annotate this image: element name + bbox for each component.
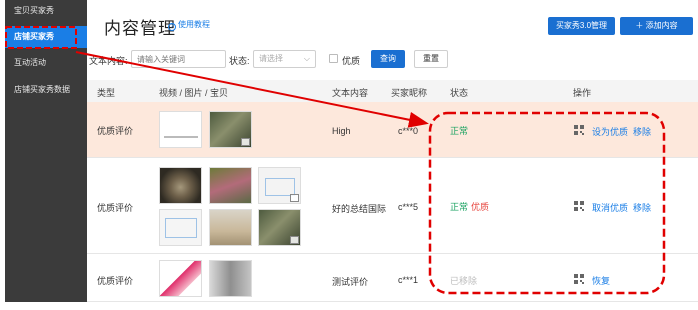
status-normal: 正常: [450, 126, 469, 136]
status-select[interactable]: 请选择 ⌵: [253, 50, 316, 68]
set-quality-link[interactable]: 设为优质: [592, 125, 628, 138]
status-quality-badge: 优质: [471, 202, 490, 212]
row-text: High: [332, 126, 351, 136]
sidebar-item-interactive-activity[interactable]: 互动活动: [5, 52, 87, 74]
row-nick: c***1: [398, 275, 419, 285]
row-nick: c***5: [398, 202, 419, 212]
table-row: 优质评价 High c***0 正常 设为优质 移除: [87, 102, 698, 158]
buyer-show-manage-button[interactable]: 买家秀3.0管理: [548, 17, 615, 35]
image-thumbnail[interactable]: [159, 260, 202, 297]
image-thumbnail[interactable]: [209, 167, 252, 204]
keyword-input-wrapper: [131, 50, 226, 68]
cancel-quality-link[interactable]: 取消优质: [592, 201, 628, 214]
col-type: 类型: [97, 88, 116, 98]
lock-icon: [290, 236, 299, 244]
table-row: 优质评价 测试评价 c***1 已移除 恢复: [87, 254, 698, 302]
text-filter-label: 文本内容:: [89, 56, 128, 66]
status-select-value: 请选择: [259, 54, 283, 63]
restore-link[interactable]: 恢复: [592, 274, 610, 287]
row-type: 优质评价: [97, 126, 134, 136]
image-thumbnail[interactable]: [209, 260, 252, 297]
quality-checkbox[interactable]: [329, 54, 338, 63]
table-header: 类型 视频 / 图片 / 宝贝 文本内容 买家昵称 状态 操作: [87, 80, 698, 102]
qrcode-icon[interactable]: [574, 125, 584, 135]
image-thumbnail[interactable]: [209, 209, 252, 246]
qrcode-icon[interactable]: [574, 201, 584, 211]
sidebar-item-product-buyer-show[interactable]: 宝贝买家秀: [5, 0, 87, 22]
col-media: 视频 / 图片 / 宝贝: [159, 88, 229, 98]
question-icon: ?: [168, 23, 176, 31]
query-button[interactable]: 查询: [371, 50, 405, 68]
remove-link[interactable]: 移除: [633, 125, 651, 138]
status-filter-label: 状态:: [229, 56, 250, 66]
sidebar-item-shop-buyer-show-data[interactable]: 店铺买家秀数据: [5, 79, 87, 101]
col-text: 文本内容: [332, 88, 369, 98]
col-nick: 买家昵称: [391, 88, 428, 98]
qrcode-icon[interactable]: [574, 274, 584, 284]
row-type: 优质评价: [97, 203, 134, 213]
add-content-button[interactable]: ＋ 添加内容: [620, 17, 693, 35]
row-text: 好的总结国际: [332, 204, 387, 214]
lock-icon: [241, 138, 250, 146]
chevron-down-icon: ⌵: [303, 54, 310, 63]
map-thumbnail[interactable]: [258, 167, 301, 204]
sidebar-item-shop-buyer-show[interactable]: 店铺买家秀: [5, 26, 87, 48]
image-thumbnail[interactable]: [258, 209, 301, 246]
quality-checkbox-label: 优质: [342, 56, 361, 66]
video-thumbnail[interactable]: [159, 111, 202, 148]
table-row: 优质评价 好的总结国际 c***5 正常 优质 取消优质 移除: [87, 158, 698, 254]
image-thumbnail[interactable]: [209, 111, 252, 148]
status-normal: 正常: [450, 202, 469, 212]
row-type: 优质评价: [97, 276, 134, 286]
page-title: 内容管理: [104, 19, 176, 38]
row-text: 测试评价: [332, 277, 369, 287]
reset-button[interactable]: 重置: [414, 50, 448, 68]
col-ops: 操作: [573, 88, 592, 98]
remove-link[interactable]: 移除: [633, 201, 651, 214]
help-label: 使用教程: [178, 20, 210, 29]
image-thumbnail[interactable]: [159, 167, 202, 204]
map-thumbnail[interactable]: [159, 209, 202, 246]
col-status: 状态: [450, 88, 469, 98]
row-nick: c***0: [398, 126, 419, 136]
lock-icon: [290, 194, 299, 202]
sidebar: 宝贝买家秀 店铺买家秀 互动活动 店铺买家秀数据: [5, 0, 87, 302]
help-link[interactable]: ? 使用教程: [168, 19, 210, 31]
keyword-input[interactable]: [132, 51, 225, 67]
status-removed: 已移除: [450, 276, 478, 286]
